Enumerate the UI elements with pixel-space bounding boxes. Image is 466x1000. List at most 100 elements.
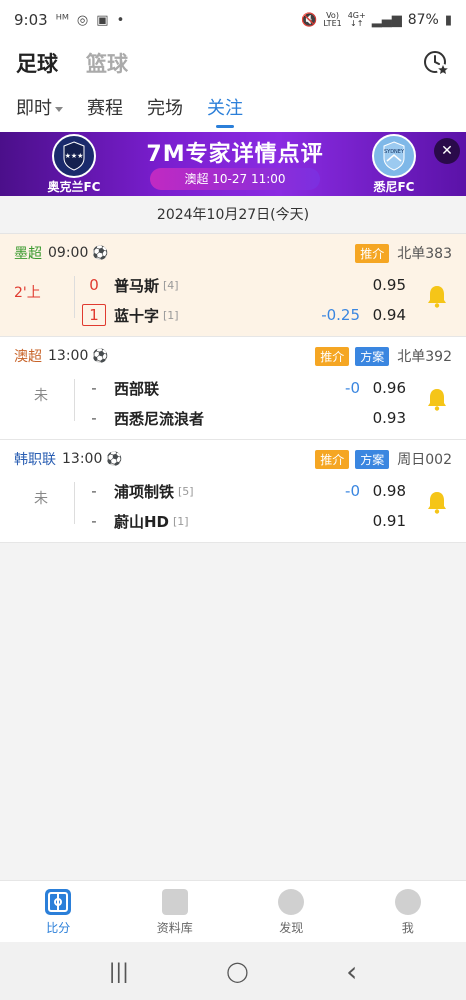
recent-apps-icon[interactable]: ||| bbox=[109, 959, 129, 983]
away-score: - bbox=[91, 409, 97, 427]
back-icon[interactable]: ‹ bbox=[346, 955, 357, 988]
home-team: 浦项制铁 bbox=[114, 482, 175, 501]
banner-title: 7M专家详情点评 bbox=[146, 142, 324, 167]
sport-tabs: 足球 篮球 bbox=[0, 40, 466, 86]
banner-match-info: 澳超 10-27 11:00 bbox=[150, 168, 320, 190]
divider bbox=[74, 482, 75, 524]
home-odds: 0.95 bbox=[372, 276, 406, 294]
carrier-label: ᴴᴹ bbox=[55, 12, 69, 28]
plan-tag[interactable]: 方案 bbox=[355, 346, 390, 366]
system-nav-bar: ||| ◯ ‹ bbox=[0, 942, 466, 1000]
nav-discover-label: 发现 bbox=[279, 921, 304, 935]
match-status: 未 bbox=[34, 388, 48, 404]
away-odds: 0.94 bbox=[372, 306, 406, 324]
away-team: 蔚山HD bbox=[114, 512, 170, 531]
league-name[interactable]: 墨超 bbox=[14, 243, 42, 263]
home-rank: [5] bbox=[178, 484, 194, 498]
lottery-code: 北单392 bbox=[397, 349, 452, 365]
home-handicap: -0 bbox=[345, 482, 360, 500]
away-rank: [1] bbox=[163, 308, 179, 322]
auckland-fc-logo: ★★★ bbox=[52, 134, 96, 178]
away-odds: 0.91 bbox=[372, 512, 406, 530]
tab-following[interactable]: 关注 bbox=[207, 86, 243, 132]
nav-profile[interactable]: 我 bbox=[350, 881, 466, 942]
match-row[interactable]: 韩职联 13:00 ⚽ 推介 方案 周日002 未 - 浦项制铁 [5] -0 … bbox=[0, 440, 466, 543]
close-icon[interactable]: ✕ bbox=[434, 138, 460, 164]
bell-icon[interactable] bbox=[426, 387, 448, 411]
discover-icon bbox=[278, 889, 305, 915]
lottery-code: 北单383 bbox=[397, 246, 452, 262]
tab-live[interactable]: 即时 bbox=[16, 86, 63, 132]
away-handicap: -0.25 bbox=[321, 306, 360, 324]
status-time: 9:03 bbox=[14, 11, 48, 29]
home-icon[interactable]: ◯ bbox=[226, 959, 248, 983]
nav-scores[interactable]: 比分 bbox=[0, 881, 117, 942]
football-icon: ⚽ bbox=[92, 348, 109, 364]
bell-icon[interactable] bbox=[426, 284, 448, 308]
bell-icon[interactable] bbox=[426, 490, 448, 514]
chevron-down-icon bbox=[55, 106, 63, 112]
profile-icon bbox=[394, 889, 421, 915]
recommend-tag[interactable]: 推介 bbox=[355, 243, 390, 263]
home-score: - bbox=[91, 379, 97, 397]
home-team-name: 奥克兰FC bbox=[47, 180, 101, 194]
tab-football[interactable]: 足球 bbox=[16, 48, 58, 78]
sub-tabs: 即时 赛程 完场 关注 bbox=[0, 86, 466, 132]
tab-finished[interactable]: 完场 bbox=[147, 86, 183, 132]
divider bbox=[74, 379, 75, 421]
away-odds: 0.93 bbox=[372, 409, 406, 427]
svg-text:SYDNEY: SYDNEY bbox=[384, 149, 405, 155]
sydney-fc-logo: SYDNEY bbox=[372, 134, 416, 178]
network-4g-indicator: 4G+ ↓↑ bbox=[347, 11, 366, 28]
match-time: 09:00 bbox=[48, 245, 89, 261]
home-score: - bbox=[91, 482, 97, 500]
lottery-code: 周日002 bbox=[397, 452, 452, 468]
recommend-tag[interactable]: 推介 bbox=[315, 346, 350, 366]
match-row[interactable]: 澳超 13:00 ⚽ 推介 方案 北单392 未 - 西部联 -0 0.96 -… bbox=[0, 337, 466, 440]
home-rank: [4] bbox=[163, 278, 179, 292]
battery-icon: ▮ bbox=[444, 12, 452, 28]
plan-tag[interactable]: 方案 bbox=[355, 449, 390, 469]
dot-icon: • bbox=[116, 12, 125, 28]
tab-schedule[interactable]: 赛程 bbox=[87, 86, 123, 132]
league-name[interactable]: 澳超 bbox=[14, 346, 42, 366]
football-icon: ⚽ bbox=[106, 451, 123, 467]
away-rank: [1] bbox=[173, 514, 189, 528]
home-odds: 0.96 bbox=[372, 379, 406, 397]
away-score: - bbox=[91, 512, 97, 530]
away-team: 蓝十字 bbox=[114, 306, 160, 325]
match-time: 13:00 bbox=[62, 451, 103, 467]
away-team: 西悉尼流浪者 bbox=[114, 409, 205, 428]
match-row[interactable]: 墨超 09:00 ⚽ 推介 北单383 2'上 0 普马斯 [4] 0.95 1… bbox=[0, 234, 466, 337]
home-odds: 0.98 bbox=[372, 482, 406, 500]
nav-database[interactable]: 资料库 bbox=[117, 881, 234, 942]
match-status: 2'上 bbox=[14, 285, 41, 301]
scoreboard-icon bbox=[45, 889, 72, 915]
away-score: 1 bbox=[82, 304, 106, 326]
match-time: 13:00 bbox=[48, 348, 89, 364]
folder-icon bbox=[161, 889, 188, 915]
date-header: 2024年10月27日(今天) bbox=[0, 196, 466, 234]
home-team: 普马斯 bbox=[114, 276, 160, 295]
sync-icon: ◎ bbox=[76, 12, 89, 28]
tab-basketball[interactable]: 篮球 bbox=[86, 48, 128, 78]
home-score: 0 bbox=[89, 276, 99, 294]
football-icon: ⚽ bbox=[92, 245, 109, 261]
signal-icon: ▂▄▆ bbox=[371, 12, 402, 28]
home-team: 西部联 bbox=[114, 379, 160, 398]
schedule-favorites-icon[interactable] bbox=[422, 49, 450, 77]
nav-profile-label: 我 bbox=[401, 921, 414, 935]
away-team-name: 悉尼FC bbox=[373, 180, 415, 194]
nav-scores-label: 比分 bbox=[46, 921, 71, 935]
svg-text:★★★: ★★★ bbox=[65, 152, 84, 160]
nav-discover[interactable]: 发现 bbox=[233, 881, 350, 942]
battery-percent: 87% bbox=[407, 12, 439, 28]
mute-icon: 🔇 bbox=[301, 12, 318, 28]
nav-database-label: 资料库 bbox=[156, 921, 193, 935]
league-name[interactable]: 韩职联 bbox=[14, 449, 56, 469]
status-bar: 9:03 ᴴᴹ ◎ ▣ • 🔇 Vo) LTE1 4G+ ↓↑ ▂▄▆ 87% ▮ bbox=[0, 0, 466, 40]
divider bbox=[74, 276, 75, 318]
gallery-icon: ▣ bbox=[96, 12, 109, 28]
recommend-tag[interactable]: 推介 bbox=[315, 449, 350, 469]
expert-review-banner[interactable]: ★★★ 奥克兰FC 7M专家详情点评 澳超 10-27 11:00 SYDNEY… bbox=[0, 132, 466, 196]
